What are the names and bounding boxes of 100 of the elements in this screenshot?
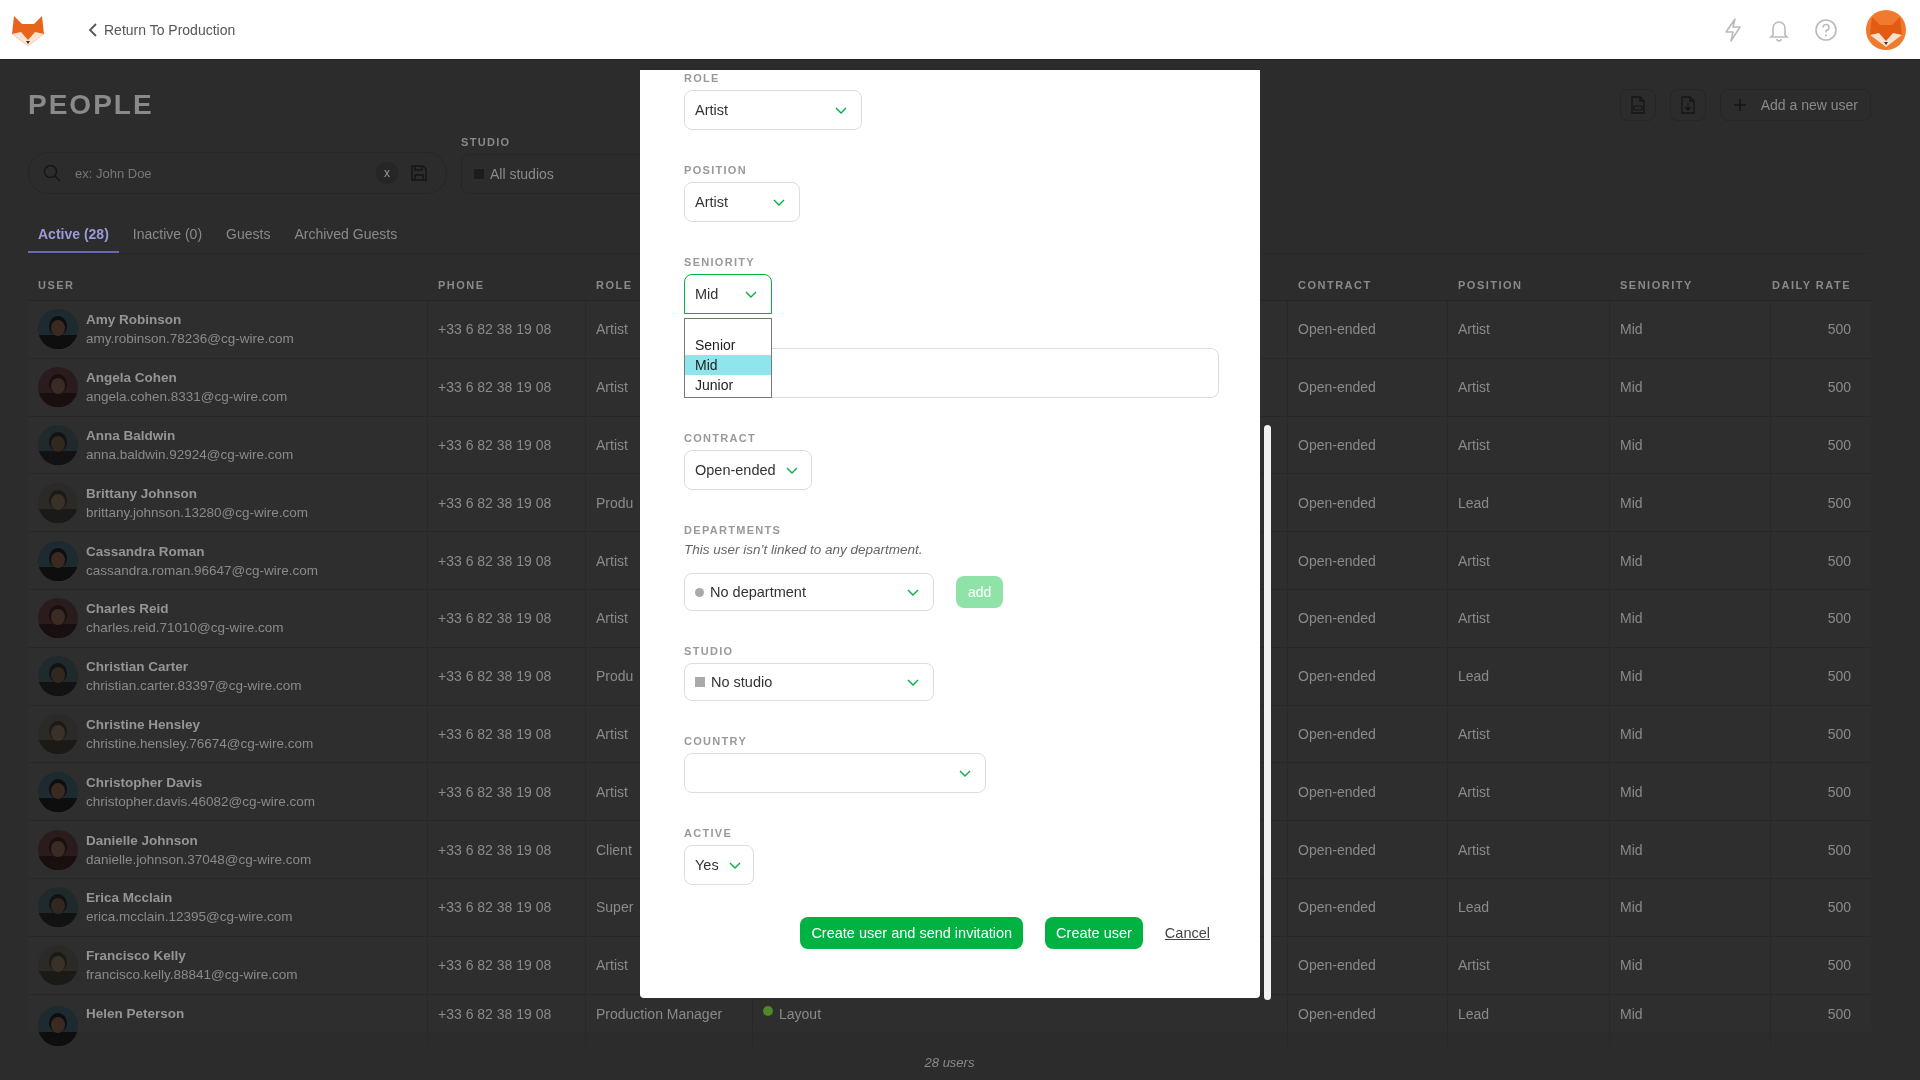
table-cell: Artist (596, 321, 628, 338)
lightning-icon[interactable] (1722, 17, 1744, 42)
table-cell: +33 6 82 38 19 08 (438, 610, 552, 627)
user-email: charles.reid.71010@cg-wire.com (86, 620, 284, 636)
table-cell: Open-ended (1298, 783, 1376, 800)
fox-avatar-icon[interactable] (1866, 9, 1906, 50)
user-name[interactable]: Christine Hensley (86, 716, 314, 732)
chevron-down-icon (773, 198, 785, 206)
dropdown-select[interactable]: Open-ended (684, 450, 812, 490)
table-cell: Artist (596, 552, 628, 569)
user-name[interactable]: Francisco Kelly (86, 948, 298, 964)
table-cell: 500 (1827, 783, 1851, 800)
table-cell: Open-ended (1298, 437, 1376, 453)
table-cell: Mid (1620, 783, 1643, 800)
dropdown-option[interactable]: Mid (685, 355, 771, 375)
user-name[interactable]: Danielle Johnson (86, 832, 312, 848)
table-cell: +33 6 82 38 19 08 (438, 321, 552, 338)
column-header[interactable]: CONTRACT (1288, 270, 1448, 300)
table-cell: +33 6 82 38 19 08 (438, 841, 552, 858)
table-cell: Open-ended (1298, 841, 1376, 858)
column-header[interactable]: POSITION (1448, 270, 1610, 300)
chevron-down-icon (728, 861, 741, 869)
table-cell: 500 (1827, 725, 1851, 742)
table-cell: Open-ended (1298, 494, 1376, 511)
chevron-down-icon (907, 588, 919, 596)
dropdown-select[interactable]: Artist (684, 182, 800, 222)
scrollbar[interactable] (1264, 425, 1271, 1000)
user-name[interactable]: Christopher Davis (86, 774, 316, 790)
back-link[interactable]: Return To Production (88, 21, 236, 38)
select-value: Artist (695, 194, 730, 210)
table-cell: 500 (1827, 379, 1851, 396)
field-label: ACTIVE (684, 827, 734, 839)
table-cell: Mid (1620, 494, 1643, 511)
user-email: danielle.johnson.37048@cg-wire.com (86, 851, 312, 867)
table-cell: Artist (596, 783, 628, 800)
table-cell: +33 6 82 38 19 08 (438, 437, 552, 453)
table-cell: Artist (1458, 379, 1490, 396)
field-label: ROLE (684, 72, 721, 84)
help-icon[interactable] (1814, 17, 1838, 42)
tab[interactable]: Archived Guests (284, 220, 408, 253)
tab[interactable]: Active (28) (28, 220, 119, 253)
user-name[interactable]: Angela Cohen (86, 370, 288, 386)
table-cell: Artist (596, 379, 628, 396)
column-header[interactable]: SENIORITY (1610, 270, 1771, 300)
table-cell: 500 (1827, 494, 1851, 511)
table-cell: +33 6 82 38 19 08 (438, 783, 552, 800)
department-select[interactable]: No department (684, 573, 934, 611)
create-button[interactable]: Create user (1045, 917, 1143, 949)
table-cell: +33 6 82 38 19 08 (438, 725, 552, 742)
dropdown-option[interactable]: Senior (685, 335, 771, 355)
user-name[interactable]: Erica Mcclain (86, 890, 293, 906)
table-cell: Artist (596, 957, 628, 974)
table-cell: Lead (1458, 494, 1490, 511)
search-field[interactable]: ex: John Doe x (28, 152, 447, 194)
table-cell: Open-ended (1298, 899, 1376, 916)
add-user-button[interactable]: Add a new user (1719, 89, 1871, 121)
table-cell: Production Manager (596, 1005, 723, 1022)
dropdown-select[interactable] (684, 753, 986, 793)
user-name[interactable]: Anna Baldwin (86, 428, 294, 443)
dropdown-select[interactable]: Yes (684, 845, 754, 885)
user-name[interactable]: Cassandra Roman (86, 543, 319, 559)
dropdown-select[interactable]: Artist (684, 90, 862, 130)
tab[interactable]: Inactive (0) (122, 220, 213, 253)
table-cell: 500 (1827, 899, 1851, 916)
user-count: 28 users (924, 1054, 975, 1070)
user-name[interactable]: Christian Carter (86, 659, 302, 675)
user-name[interactable]: Helen Peterson (86, 1005, 185, 1021)
studio-select[interactable]: No studio (684, 663, 934, 701)
user-email: anna.baldwin.92924@cg-wire.com (86, 447, 294, 462)
create-button[interactable]: Create user and send invitation (800, 917, 1024, 949)
column-header[interactable]: PHONE (428, 270, 586, 300)
table-cell: Artist (596, 725, 628, 742)
table-cell: Mid (1620, 552, 1643, 569)
tab[interactable]: Guests (216, 220, 281, 253)
field-label: SENIORITY (684, 256, 756, 268)
table-cell: Mid (1620, 725, 1643, 742)
user-email: amy.robinson.78236@cg-wire.com (86, 331, 294, 347)
dropdown-option[interactable]: Junior (685, 375, 771, 395)
cancel-link[interactable]: Cancel (1164, 925, 1210, 941)
field-label: CONTRACT (684, 432, 758, 444)
table-cell: 500 (1827, 321, 1851, 338)
table-cell: Open-ended (1298, 379, 1376, 396)
table-cell: Artist (1458, 610, 1490, 627)
table-cell: Mid (1620, 668, 1643, 685)
user-name[interactable]: Brittany Johnson (86, 485, 309, 501)
user-email: christian.carter.83397@cg-wire.com (86, 678, 302, 694)
table-cell: 500 (1827, 1005, 1851, 1022)
table-cell: Lead (1458, 668, 1490, 685)
table-cell: Super (596, 899, 634, 916)
table-cell: Open-ended (1298, 957, 1376, 974)
column-header[interactable]: USER (28, 270, 428, 300)
column-header[interactable]: DAILY RATE (1771, 270, 1871, 300)
select-value: Artist (695, 102, 730, 118)
user-name[interactable]: Charles Reid (86, 601, 284, 617)
select-value: Yes (695, 857, 719, 873)
table-cell: Artist (1458, 783, 1490, 800)
user-name[interactable]: Amy Robinson (86, 312, 294, 328)
department-note: This user isn’t linked to any department. (684, 542, 924, 557)
clear-button[interactable]: x (376, 162, 398, 184)
dropdown-select[interactable]: Mid (684, 274, 772, 314)
